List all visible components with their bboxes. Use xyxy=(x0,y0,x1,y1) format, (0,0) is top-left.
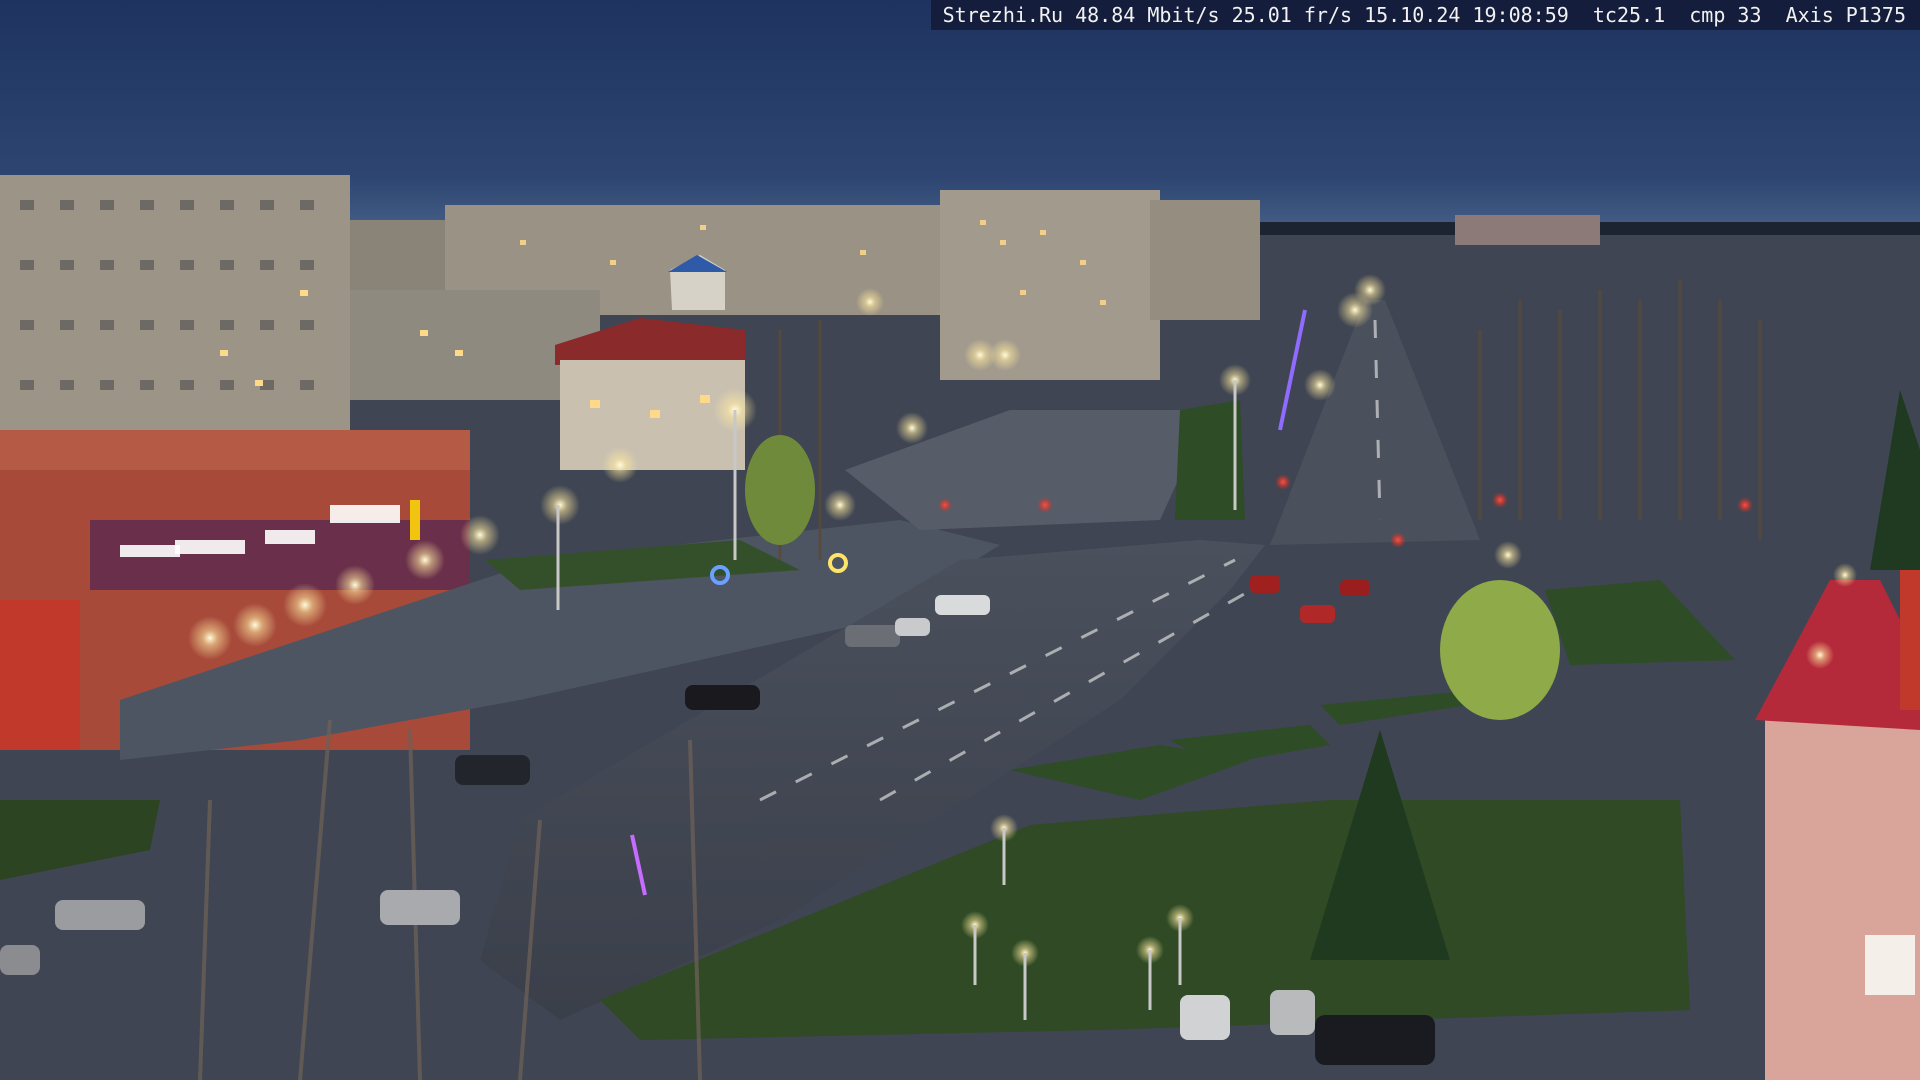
osd-cmp: cmp 33 xyxy=(1689,3,1762,27)
osd-time: 19:08:59 xyxy=(1472,3,1569,27)
osd-framerate: 25.01 fr/s xyxy=(1231,3,1353,27)
red-roof-building xyxy=(555,318,745,470)
osd-date: 15.10.24 xyxy=(1364,3,1461,27)
osd-tc: tc25.1 xyxy=(1592,3,1666,27)
green-tree xyxy=(745,435,815,545)
osd-site: Strezhi.Ru xyxy=(942,3,1064,27)
camera-view: Strezhi.Ru 48.84 Mbit/s 25.01 fr/s 15.10… xyxy=(0,0,1920,1080)
camera-osd-overlay: Strezhi.Ru 48.84 Mbit/s 25.01 fr/s 15.10… xyxy=(930,0,1920,30)
street-scene-image xyxy=(0,0,1920,1080)
green-tree xyxy=(1440,580,1560,720)
osd-camera-model: Axis P1375 xyxy=(1785,3,1906,27)
osd-bitrate: 48.84 Mbit/s xyxy=(1075,3,1220,27)
